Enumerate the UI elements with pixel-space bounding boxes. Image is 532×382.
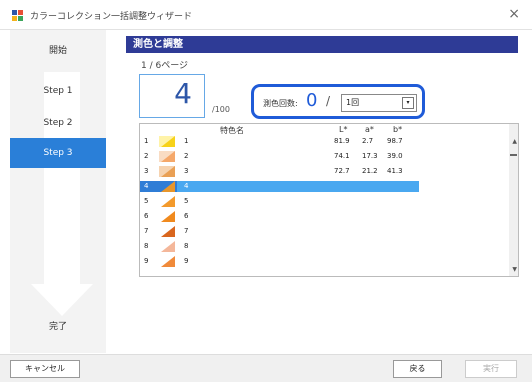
scroll-down-icon[interactable]: ▼ (512, 266, 517, 273)
scroll-thumb[interactable] (510, 154, 517, 156)
table-row[interactable]: 2 2 74.1 17.3 39.0 (140, 151, 510, 162)
sidebar-step-start: 開始 (48, 46, 67, 56)
color-swatch (159, 241, 175, 252)
sidebar-step-3: Step 3 (10, 138, 106, 168)
title-bar: カラーコレクション一括調整ウィザード × (0, 0, 532, 30)
measure-slash: / (326, 94, 331, 108)
table-row[interactable]: 88 (140, 241, 510, 252)
app-icon (12, 10, 23, 21)
spot-color-table: 特色名 L* a* b* 1 1 81.9 2.7 98.7 2 2 74.1 17.3 39.0… (139, 123, 519, 277)
header-spot-name: 特色名 (220, 126, 244, 135)
total-count: /100 (212, 105, 230, 114)
section-title: 測色と調整 (126, 36, 518, 53)
row-unselected-tail (419, 181, 510, 192)
sidebar-step-1: Step 1 (43, 86, 73, 96)
measurement-panel: 測色回数: 0 / 1回 ▾ (251, 84, 425, 119)
back-button[interactable]: 戻る (393, 360, 442, 378)
row-number: 8 (144, 242, 149, 250)
color-swatch (159, 226, 175, 237)
current-number-box[interactable]: 4 (139, 74, 205, 118)
measure-times-select[interactable]: 1回 ▾ (341, 94, 417, 112)
spot-name: 9 (184, 257, 189, 265)
spot-name: 1 (184, 137, 189, 145)
table-row[interactable]: 44 (140, 181, 510, 192)
spot-name: 5 (184, 197, 189, 205)
header-b: b* (393, 125, 403, 134)
table-header: 特色名 L* a* b* (140, 124, 518, 136)
spot-name: 7 (184, 227, 189, 235)
color-swatch (159, 136, 175, 147)
chevron-down-icon[interactable]: ▾ (402, 97, 414, 109)
spot-name: 8 (184, 242, 189, 250)
table-row[interactable]: 1 1 81.9 2.7 98.7 (140, 136, 510, 147)
current-number: 4 (174, 77, 192, 110)
b-value: 39.0 (387, 152, 403, 160)
row-number: 5 (144, 197, 149, 205)
a-value: 21.2 (362, 167, 378, 175)
row-number: 1 (144, 137, 149, 145)
l-value: 81.9 (334, 137, 350, 145)
measure-times-value: 1回 (346, 98, 360, 107)
header-a: a* (365, 125, 374, 134)
color-swatch (159, 181, 175, 192)
l-value: 72.7 (334, 167, 350, 175)
row-number: 7 (144, 227, 149, 235)
window-title: カラーコレクション一括調整ウィザード (30, 12, 193, 22)
row-number: 6 (144, 212, 149, 220)
measure-count-label: 測色回数: (263, 99, 298, 108)
row-number: 4 (144, 182, 149, 190)
spot-name: 4 (184, 182, 189, 190)
l-value: 74.1 (334, 152, 350, 160)
measure-count-value: 0 (306, 90, 318, 111)
color-swatch (159, 196, 175, 207)
row-number: 9 (144, 257, 149, 265)
table-row[interactable]: 77 (140, 226, 510, 237)
b-value: 98.7 (387, 137, 403, 145)
table-row[interactable]: 3 3 72.7 21.2 41.3 (140, 166, 510, 177)
sidebar-step-finish: 完了 (48, 322, 67, 332)
wizard-sidebar: 開始 Step 1 Step 2 Step 3 完了 (10, 30, 106, 353)
color-swatch (159, 211, 175, 222)
row-number: 2 (144, 152, 149, 160)
table-row[interactable]: 66 (140, 211, 510, 222)
cancel-button[interactable]: キャンセル (10, 360, 80, 378)
a-value: 17.3 (362, 152, 378, 160)
header-l: L* (339, 125, 348, 134)
table-row[interactable]: 99 (140, 256, 510, 267)
spot-name: 2 (184, 152, 189, 160)
close-icon[interactable]: × (508, 6, 520, 22)
footer-bar: キャンセル 戻る 実行 (0, 354, 532, 382)
table-scrollbar[interactable]: ▲ ▼ (509, 124, 518, 276)
color-swatch (159, 151, 175, 162)
row-number: 3 (144, 167, 149, 175)
run-button[interactable]: 実行 (465, 360, 517, 378)
table-row[interactable]: 55 (140, 196, 510, 207)
color-swatch (159, 256, 175, 267)
color-swatch (159, 166, 175, 177)
spot-name: 6 (184, 212, 189, 220)
sidebar-step-2: Step 2 (43, 118, 73, 128)
spot-name: 3 (184, 167, 189, 175)
page-indicator: 1 / 6ページ (141, 61, 189, 71)
b-value: 41.3 (387, 167, 403, 175)
scroll-up-icon[interactable]: ▲ (512, 138, 517, 145)
a-value: 2.7 (362, 137, 374, 145)
